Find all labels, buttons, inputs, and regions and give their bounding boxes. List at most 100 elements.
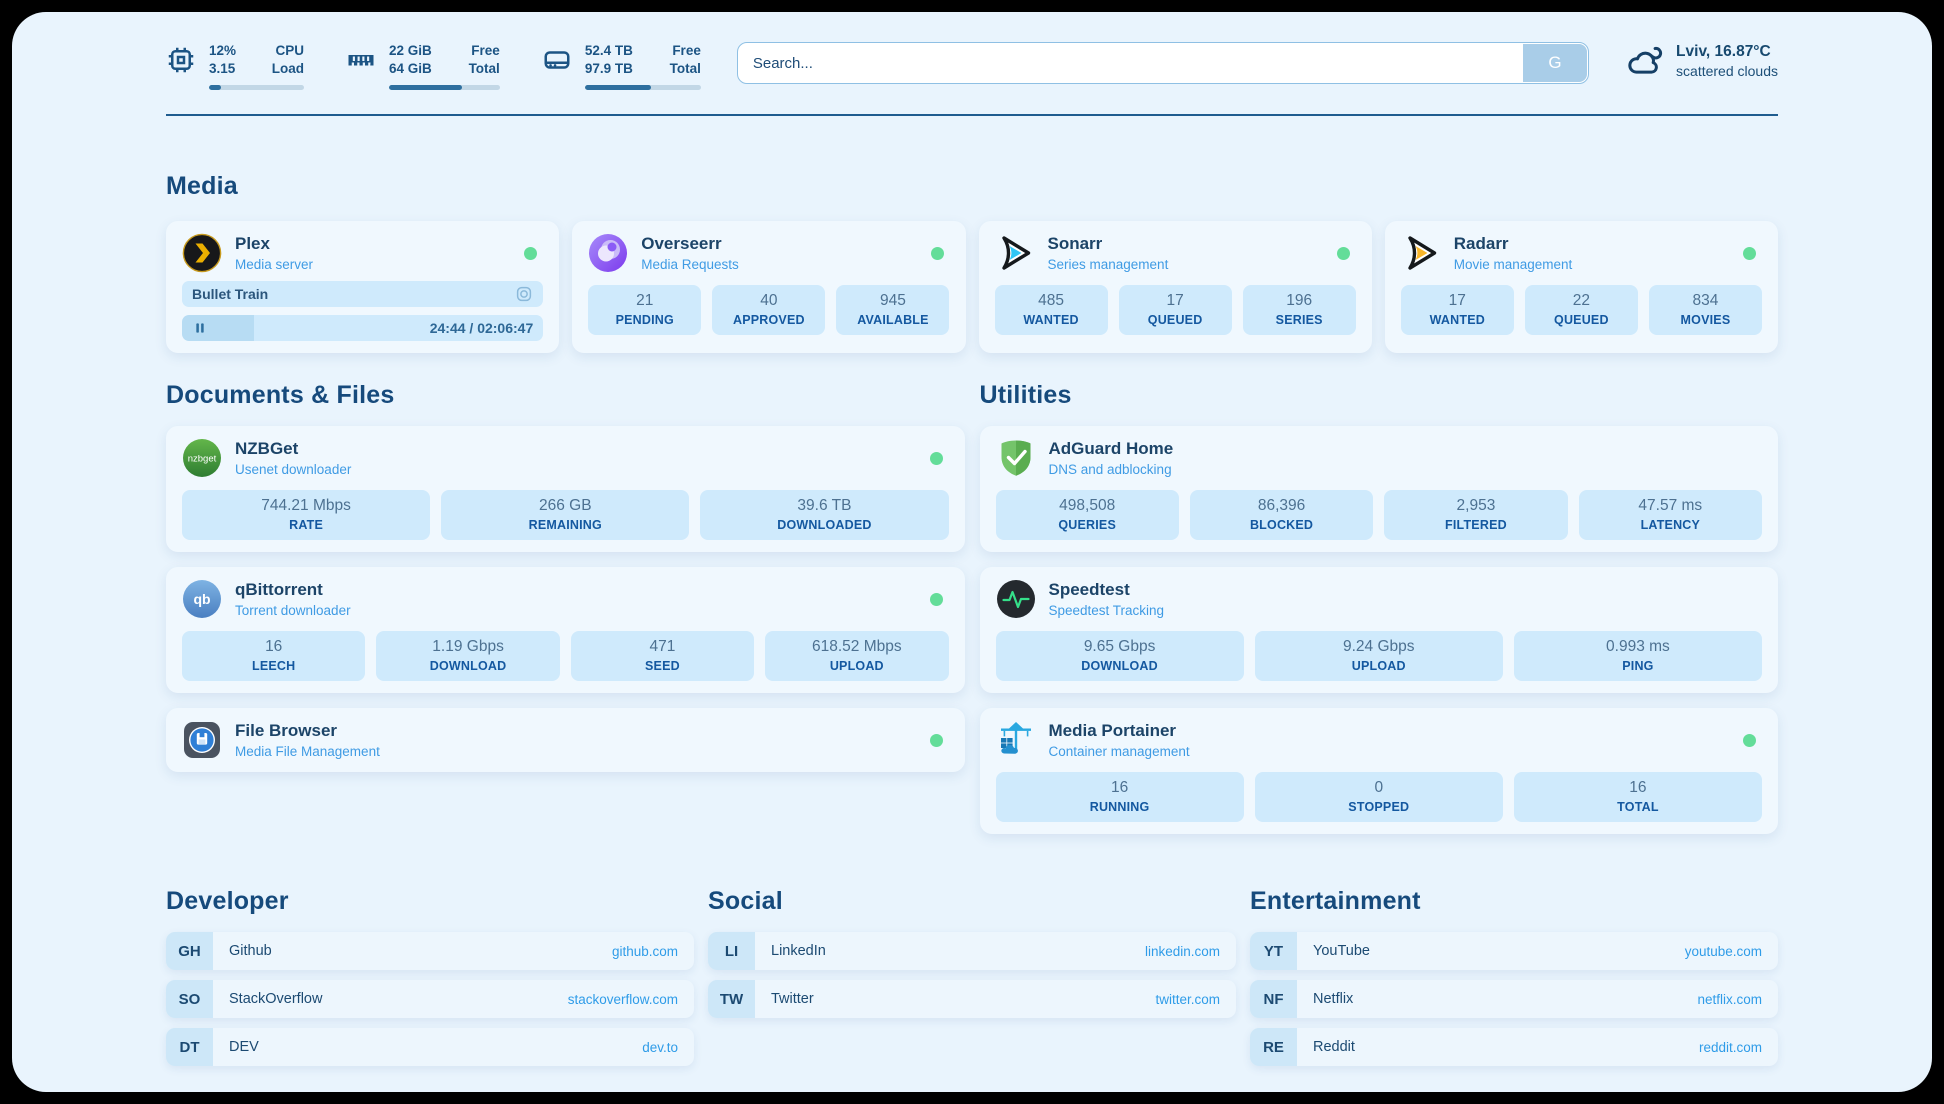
stat-labels: CPU Load <box>266 42 304 78</box>
link-row-dev[interactable]: DTDEVdev.to <box>166 1028 694 1066</box>
stat-label: STOPPED <box>1259 800 1499 814</box>
link-row-github[interactable]: GHGithubgithub.com <box>166 932 694 970</box>
app-card-media-portainer[interactable]: Media PortainerContainer management16RUN… <box>980 708 1779 834</box>
app-description: Container management <box>1049 744 1190 759</box>
stat-box-seed: 471SEED <box>571 631 754 681</box>
overseerr-icon <box>588 233 628 273</box>
stat-value: 945 <box>840 292 945 310</box>
app-card-speedtest[interactable]: SpeedtestSpeedtest Tracking9.65 GbpsDOWN… <box>980 567 1779 693</box>
app-card-adguard-home[interactable]: AdGuard HomeDNS and adblocking498,508QUE… <box>980 426 1779 552</box>
section-title-documents-files: Documents & Files <box>166 381 965 410</box>
link-badge: GH <box>166 932 213 970</box>
link-name: DEV <box>229 1039 259 1055</box>
stat-labels: Free Total <box>462 42 500 78</box>
app-card-radarr[interactable]: RadarrMovie management17WANTED22QUEUED83… <box>1385 221 1778 353</box>
app-card-qbittorrent[interactable]: qbqBittorrentTorrent downloader16LEECH1.… <box>166 567 965 693</box>
svg-text:nzbget: nzbget <box>188 454 217 465</box>
speedtest-icon <box>996 579 1036 619</box>
stat-value: 22 <box>1529 292 1634 310</box>
link-name: StackOverflow <box>229 991 322 1007</box>
section-title-media: Media <box>166 172 1778 201</box>
stat-label: WANTED <box>1405 313 1510 327</box>
stat-label: FILTERED <box>1388 518 1563 532</box>
status-dot-online <box>1743 734 1756 747</box>
system-stats: 12% 3.15CPU Load22 GiB 64 GiBFree Total5… <box>166 42 701 90</box>
bookmark-section-entertainment: Entertainment YT YouTube youtube.com NFNetfl… <box>1250 887 1778 1066</box>
stat-box-downloaded: 39.6 TBDOWNLOADED <box>700 490 948 540</box>
app-name: Plex <box>235 234 313 254</box>
stat-label: SERIES <box>1247 313 1352 327</box>
stat-box-running: 16 RUNNING <box>996 772 1244 822</box>
stat-label: DOWNLOAD <box>1000 659 1240 673</box>
sonarr-icon <box>995 233 1035 273</box>
system-stat-disk: 52.4 TB 97.9 TBFree Total <box>542 42 701 90</box>
now-playing-title: Bullet Train <box>192 286 268 302</box>
app-card-file-browser[interactable]: File BrowserMedia File Management <box>166 708 965 772</box>
camera-icon[interactable] <box>515 285 533 303</box>
stat-box-upload: 9.24 GbpsUPLOAD <box>1255 631 1503 681</box>
usage-bar <box>389 85 500 90</box>
link-row-stackoverflow[interactable]: SO StackOverflow stackoverflow.com <box>166 980 694 1018</box>
app-card-sonarr[interactable]: SonarrSeries management485WANTED17QUEUED… <box>979 221 1372 353</box>
stat-label: QUEUED <box>1123 313 1228 327</box>
stat-box-queries: 498,508QUERIES <box>996 490 1179 540</box>
stat-label: RUNNING <box>1000 800 1240 814</box>
link-row-youtube[interactable]: YT YouTube youtube.com <box>1250 932 1778 970</box>
stat-label: QUEUED <box>1529 313 1634 327</box>
stat-box-upload: 618.52 Mbps UPLOAD <box>765 631 948 681</box>
app-description: DNS and adblocking <box>1049 462 1174 477</box>
search-engine-button[interactable]: G <box>1523 44 1587 82</box>
link-row-reddit[interactable]: RERedditreddit.com <box>1250 1028 1778 1066</box>
stat-box-queued: 17QUEUED <box>1119 285 1232 335</box>
app-card-plex[interactable]: PlexMedia serverBullet Train24:44 / 02:0… <box>166 221 559 353</box>
link-badge: RE <box>1250 1028 1297 1066</box>
app-description: Media server <box>235 257 313 272</box>
stat-box-movies: 834MOVIES <box>1649 285 1762 335</box>
stat-box-filtered: 2,953FILTERED <box>1384 490 1567 540</box>
link-row-linkedin[interactable]: LILinkedInlinkedin.com <box>708 932 1236 970</box>
search-bar: G <box>737 42 1589 84</box>
app-description: Usenet downloader <box>235 462 351 477</box>
pause-icon[interactable] <box>192 320 208 336</box>
link-row-netflix[interactable]: NFNetflixnetflix.com <box>1250 980 1778 1018</box>
stat-label: LEECH <box>186 659 361 673</box>
stat-label: UPLOAD <box>1259 659 1499 673</box>
link-row-twitter[interactable]: TWTwittertwitter.com <box>708 980 1236 1018</box>
stat-value: 21 <box>592 292 697 310</box>
stat-box-leech: 16 LEECH <box>182 631 365 681</box>
app-name: NZBGet <box>235 439 351 459</box>
stat-box-pending: 21PENDING <box>588 285 701 335</box>
app-description: Media File Management <box>235 744 380 759</box>
link-badge: YT <box>1250 932 1297 970</box>
link-url: stackoverflow.com <box>568 992 678 1007</box>
stat-value: 618.52 Mbps <box>769 638 944 656</box>
stat-value: 16 <box>1000 779 1240 797</box>
link-name: YouTube <box>1313 943 1370 959</box>
weather-condition: scattered clouds <box>1676 63 1778 79</box>
usage-bar <box>209 85 304 90</box>
status-dot-online <box>1337 247 1350 260</box>
link-badge: SO <box>166 980 213 1018</box>
app-card-nzbget[interactable]: nzbgetNZBGetUsenet downloader744.21 Mbps… <box>166 426 965 552</box>
radarr-icon <box>1401 233 1441 273</box>
stat-label: REMAINING <box>445 518 685 532</box>
section-title-social: Social <box>708 887 1236 916</box>
app-card-overseerr[interactable]: OverseerrMedia Requests21PENDING40APPROV… <box>572 221 965 353</box>
plex-icon <box>182 233 222 273</box>
stat-label: UPLOAD <box>769 659 944 673</box>
stat-label: APPROVED <box>716 313 821 327</box>
stat-value: 17 <box>1405 292 1510 310</box>
status-dot-online <box>524 247 537 260</box>
stat-box-stopped: 0STOPPED <box>1255 772 1503 822</box>
status-dot-online <box>930 593 943 606</box>
stat-label: QUERIES <box>1000 518 1175 532</box>
section-title-entertainment: Entertainment <box>1250 887 1778 916</box>
app-name: Speedtest <box>1049 580 1165 600</box>
stat-value: 47.57 ms <box>1583 497 1758 515</box>
stat-value: 16 <box>186 638 361 656</box>
header-divider <box>166 114 1778 116</box>
search-input[interactable] <box>737 42 1589 84</box>
stat-box-remaining: 266 GBREMAINING <box>441 490 689 540</box>
stat-value: 1.19 Gbps <box>380 638 555 656</box>
link-url: youtube.com <box>1685 944 1762 959</box>
